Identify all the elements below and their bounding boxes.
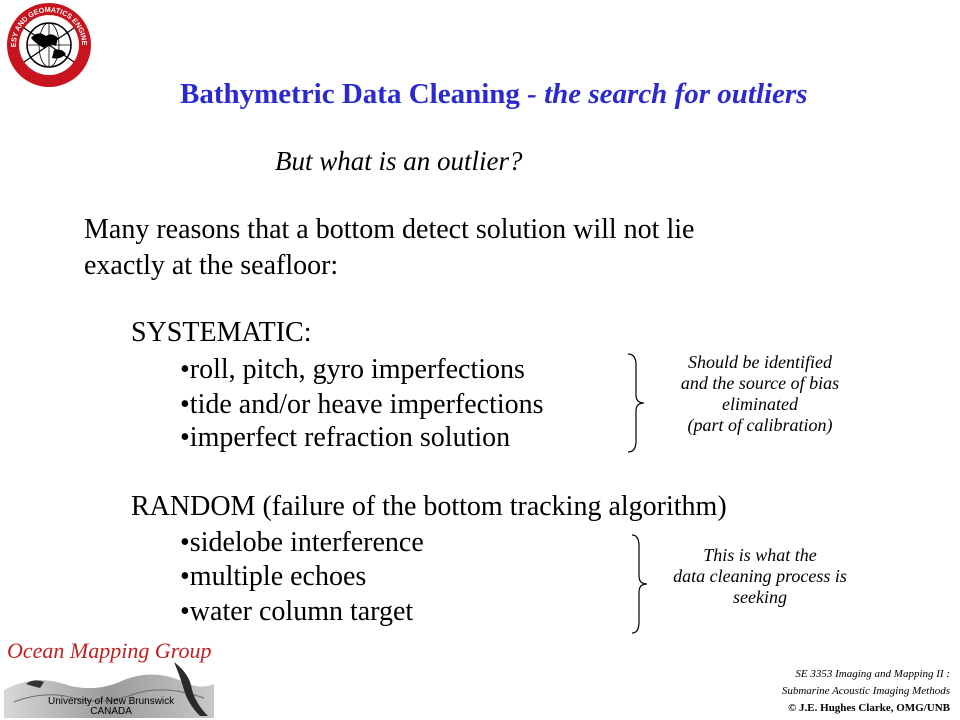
slide: { "title": { "main": "Bathymetric Data C… [0,0,960,720]
random-note-line: This is what the [703,545,817,565]
systematic-note-line: eliminated [722,394,798,414]
systematic-note-line: (part of calibration) [687,415,833,435]
country-name: CANADA [90,706,132,717]
systematic-item: •tide and/or heave imperfections [180,389,544,420]
geodesy-engineering-logo: GEODESY AND GEOMATICS ENGINEERING UNB [6,2,91,87]
random-brace [631,534,648,634]
systematic-item: •imperfect refraction solution [180,422,511,453]
systematic-brace [627,353,645,453]
systematic-note: Should be identified and the source of b… [660,352,860,436]
intro-line-1: Many reasons that a bottom detect soluti… [84,214,695,245]
random-note-line: data cleaning process is [673,566,847,586]
ocean-mapping-group-name: Ocean Mapping Group [7,638,212,663]
random-note-line: seeking [733,587,787,607]
systematic-heading: SYSTEMATIC: [131,317,312,348]
random-item: •sidelobe interference [180,527,424,558]
copyright: © J.E. Hughes Clarke, OMG/UNB [788,702,950,714]
outlier-question: But what is an outlier? [275,146,523,176]
random-note: This is what the data cleaning process i… [652,545,868,608]
title-subtitle: - the search for outliers [519,78,808,110]
unb-affiliation: University of New Brunswick CANADA [48,697,174,717]
course-subtitle: Submarine Acoustic Imaging Methods [781,685,950,697]
systematic-note-line: Should be identified [688,352,832,372]
intro-line-2: exactly at the seafloor: [84,250,339,281]
course-line: SE 3353 Imaging and Mapping II : [795,668,950,680]
random-item: •water column target [180,596,414,627]
systematic-item: •roll, pitch, gyro imperfections [180,354,525,385]
systematic-note-line: and the source of bias [680,373,840,393]
random-item: •multiple echoes [180,561,367,592]
slide-title: Bathymetric Data Cleaning - the search f… [180,78,808,111]
title-main: Bathymetric Data Cleaning [180,78,520,110]
random-heading: RANDOM (failure of the bottom tracking a… [131,491,727,522]
